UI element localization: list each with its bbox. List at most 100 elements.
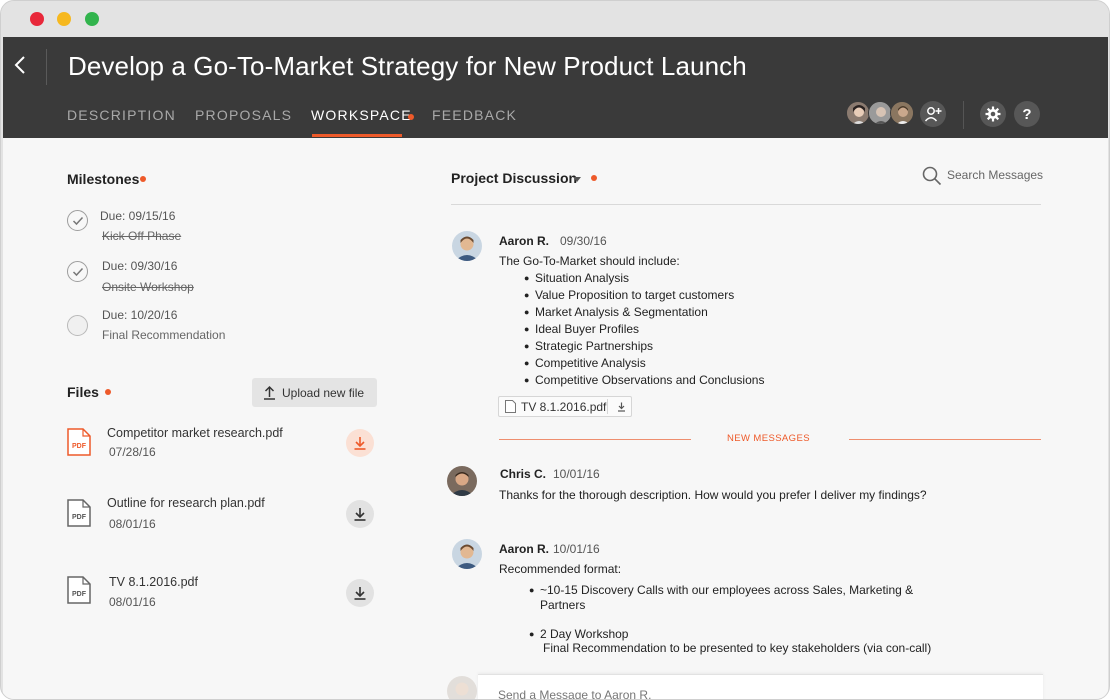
new-messages-label: NEW MESSAGES [727,433,810,444]
upload-icon [264,385,275,400]
tab-workspace[interactable]: WORKSPACE [311,107,412,123]
message-input[interactable] [498,686,1018,699]
upload-file-button[interactable]: Upload new file [252,378,377,407]
milestone-name: Kick Off Phase [102,229,182,243]
person-photo-icon [869,102,891,124]
pdf-file-icon [505,400,516,413]
download-button[interactable] [346,500,374,528]
file-date: 08/01/16 [109,517,156,531]
gear-icon [985,106,1001,122]
list-item: Value Proposition to target customers [524,288,734,302]
milestones-heading: Milestones [67,171,140,187]
person-photo-icon [447,676,477,699]
discussion-notification-dot [591,175,597,181]
avatar[interactable] [452,231,482,261]
add-member-button[interactable] [920,101,946,127]
minimize-window-button[interactable] [57,12,71,26]
message-composer [478,674,1043,699]
file-date: 07/28/16 [109,445,156,459]
back-button[interactable] [11,53,31,77]
workspace-notification-dot [408,114,414,120]
file-name[interactable]: Outline for research plan.pdf [107,496,265,510]
pdf-file-icon: PDF [67,576,91,604]
milestone-name: Onsite Workshop [102,280,194,294]
tab-feedback[interactable]: FEEDBACK [432,107,517,123]
settings-button[interactable] [980,101,1006,127]
message-text: The Go-To-Market should include: [499,254,680,268]
avatar[interactable] [890,101,914,125]
attachment-chip[interactable]: TV 8.1.2016.pdf [498,396,632,417]
close-window-button[interactable] [30,12,44,26]
file-type-label: PDF [72,514,87,521]
checkmark-icon [72,267,83,276]
person-photo-icon [891,102,913,124]
download-icon[interactable] [617,402,626,412]
avatar[interactable] [452,539,482,569]
avatar[interactable] [447,466,477,496]
milestone-checkbox[interactable] [67,210,88,231]
list-item: Competitive Observations and Conclusions [524,373,764,387]
avatar[interactable] [868,101,892,125]
person-photo-icon [447,466,477,496]
add-user-icon [924,107,942,122]
upload-file-label: Upload new file [282,385,365,400]
pdf-file-icon: PDF [67,428,91,456]
help-icon: ? [1022,105,1032,123]
message-text: Thanks for the thorough description. How… [499,488,927,502]
list-item: Situation Analysis [524,271,629,285]
attachment-name: TV 8.1.2016.pdf [521,399,607,414]
list-item: Competitive Analysis [524,356,646,370]
milestone-due-date: Due: 09/30/16 [102,259,178,273]
milestones-notification-dot [140,176,146,182]
chevron-down-icon[interactable] [573,177,581,182]
chevron-left-icon [14,56,25,74]
pdf-file-icon: PDF [67,499,91,527]
list-item: Strategic Partnerships [524,339,653,353]
list-item-continuation: Final Recommendation to be presented to … [543,641,932,655]
app-window: Develop a Go-To-Market Strategy for New … [0,0,1110,700]
page-title: Develop a Go-To-Market Strategy for New … [68,51,747,81]
download-icon [354,508,366,521]
files-notification-dot [105,389,111,395]
message-date: 10/01/16 [553,542,600,556]
avatar [447,676,477,699]
back-divider [46,49,47,85]
message-author: Aaron R. [499,542,550,556]
person-photo-icon [847,102,869,124]
checkmark-icon [72,216,83,225]
search-messages-input[interactable] [947,165,1045,185]
message-author: Chris C. [500,467,547,481]
team-avatars[interactable] [846,101,914,127]
person-photo-icon [452,231,482,261]
milestone-checkbox[interactable] [67,315,88,336]
help-button[interactable]: ? [1014,101,1040,127]
download-button[interactable] [346,429,374,457]
download-icon [354,587,366,600]
download-button[interactable] [346,579,374,607]
list-item: Market Analysis & Segmentation [524,305,708,319]
milestone-due-date: Due: 10/20/16 [102,308,178,322]
avatar[interactable] [846,101,870,125]
tab-description[interactable]: DESCRIPTION [67,107,176,123]
message-date: 10/01/16 [553,467,600,481]
file-name[interactable]: TV 8.1.2016.pdf [109,575,198,589]
files-heading: Files [67,384,99,400]
list-item: ~10-15 Discovery Calls with our employee… [529,583,913,597]
file-name[interactable]: Competitor market research.pdf [107,426,283,440]
discussion-heading[interactable]: Project Discussion [451,170,577,186]
message-date: 09/30/16 [560,234,607,248]
list-item-continuation: Partners [540,598,586,612]
active-tab-indicator [312,134,402,137]
header-divider [963,101,964,129]
tab-proposals[interactable]: PROPOSALS [195,107,292,123]
download-icon [354,437,366,450]
file-type-label: PDF [72,591,87,598]
search-icon[interactable] [922,166,942,186]
new-messages-rule-left [499,439,691,440]
milestone-checkbox[interactable] [67,261,88,282]
file-type-label: PDF [72,443,87,450]
new-messages-rule-right [849,439,1041,440]
chip-divider [607,399,608,414]
list-item: Ideal Buyer Profiles [524,322,639,336]
maximize-window-button[interactable] [85,12,99,26]
